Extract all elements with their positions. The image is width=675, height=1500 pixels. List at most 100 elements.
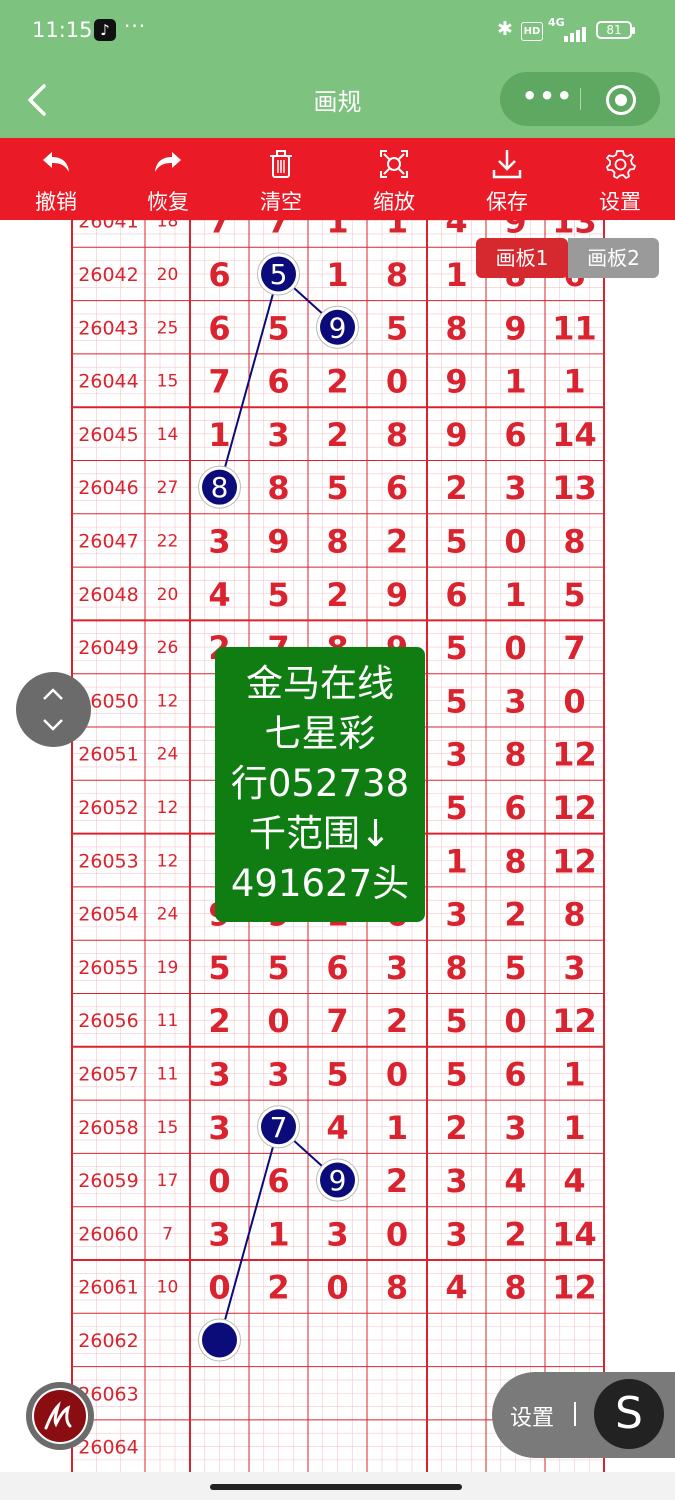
digit-cell: 1 [504,576,526,614]
more-notifications-icon: ··· [124,14,147,38]
digit-cell: 4 [445,1269,467,1307]
digit-cell: 1 [504,363,526,401]
digit-cell: 8 [504,1269,526,1307]
marker-label: 8 [211,471,229,504]
digit-cell: 1 [563,363,585,401]
zoom-button[interactable]: 缩放 [354,138,434,220]
digit-cell: 5 [504,949,526,987]
digit-cell: 6 [504,416,526,454]
digit-cell: 4 [445,220,467,241]
issue-number: 26041 [78,220,138,233]
digit-cell: 5 [267,949,289,987]
digit-cell: 4 [326,1109,348,1147]
digit-cell: 3 [563,949,585,987]
more-menu-button[interactable]: ••• [522,82,574,110]
digit-cell: 12 [552,842,597,880]
digit-cell: 1 [386,1109,408,1147]
battery-icon: 81 [596,21,635,39]
digit-cell: 6 [267,1162,289,1200]
marker-label: 7 [270,1111,288,1144]
s-button[interactable]: S [594,1379,664,1449]
digit-cell: 8 [386,1269,408,1307]
issue-number: 26047 [78,530,138,552]
sum-value: 7 [162,1224,173,1244]
digit-cell: 7 [563,629,585,667]
undo-icon [43,152,69,172]
scroll-updown-icon [43,688,63,731]
overlay-line: 七星彩 [264,712,376,755]
home-indicator[interactable] [210,1484,462,1490]
floating-settings[interactable]: 设置 S [492,1372,675,1458]
digit-cell: 0 [267,1002,289,1040]
digit-cell: 13 [552,469,597,507]
undo-button[interactable]: 撤销 [16,138,96,220]
overlay-line: 金马在线 [246,662,394,705]
digit-cell: 5 [445,789,467,827]
scroll-button[interactable] [16,672,91,747]
tab-board-2[interactable]: 画板2 [568,238,659,278]
digit-cell: 5 [445,522,467,560]
digit-cell: 5 [326,469,348,507]
pen-button[interactable] [26,1382,94,1450]
digit-cell: 6 [208,309,230,347]
digit-cell: 12 [552,789,597,827]
save-button[interactable]: 保存 [467,138,547,220]
signal-icon [552,24,586,42]
digit-cell: 8 [445,949,467,987]
issue-number: 26055 [78,957,138,979]
sum-value: 12 [157,851,179,871]
issue-number: 26053 [78,850,138,872]
digit-cell: 2 [504,896,526,934]
capsule-divider [580,88,581,110]
digit-cell: 3 [386,949,408,987]
tab-board-1[interactable]: 画板1 [476,238,568,278]
digit-cell: 2 [326,363,348,401]
digit-cell: 3 [445,896,467,934]
sum-value: 10 [157,1278,179,1298]
digit-cell: 6 [208,256,230,294]
digit-cell: 12 [552,1269,597,1307]
digit-cell: 6 [386,469,408,507]
digit-cell: 14 [552,1215,597,1253]
digit-cell: 6 [267,363,289,401]
overlay-line: 491627头 [230,862,410,905]
digit-cell: 4 [563,1162,585,1200]
mini-program-capsule: ••• [500,72,660,126]
redo-button[interactable]: 恢复 [128,138,208,220]
save-label: 保存 [486,190,528,214]
digit-cell: 1 [326,256,348,294]
issue-number: 26058 [78,1117,138,1139]
issue-number: 26045 [78,424,138,446]
digit-cell: 0 [504,1002,526,1040]
digit-cell: 2 [445,469,467,507]
digit-cell: 3 [208,1109,230,1147]
digit-cell: 3 [504,1109,526,1147]
digit-cell: 2 [386,1002,408,1040]
digit-cell: 3 [445,1215,467,1253]
sum-value: 12 [157,691,179,711]
digit-cell: 5 [386,309,408,347]
issue-number: 26059 [78,1170,138,1192]
hd-badge: HD [521,22,543,41]
digit-cell: 8 [386,416,408,454]
digit-cell: 3 [326,1215,348,1253]
digit-cell: 8 [386,256,408,294]
marker-circle [202,1322,237,1358]
digit-cell: 7 [267,220,289,241]
floating-settings-label[interactable]: 设置 [510,1400,554,1432]
digit-cell: 0 [326,1269,348,1307]
settings-button[interactable]: 设置 [580,138,660,220]
digit-cell: 2 [504,1215,526,1253]
pen-icon [32,1388,88,1444]
toolbar: 撤销 恢复 清空 缩放 保存 设置 [0,138,675,220]
redo-icon [155,152,181,172]
system-nav-bar [0,1472,675,1500]
clear-button[interactable]: 清空 [241,138,321,220]
digit-cell: 3 [445,1162,467,1200]
digit-cell: 1 [386,220,408,241]
settings-label: 设置 [599,190,641,214]
digit-cell: 4 [504,1162,526,1200]
target-icon[interactable] [606,85,636,115]
digit-cell: 1 [445,842,467,880]
tiktok-icon: ♪ [94,19,116,41]
